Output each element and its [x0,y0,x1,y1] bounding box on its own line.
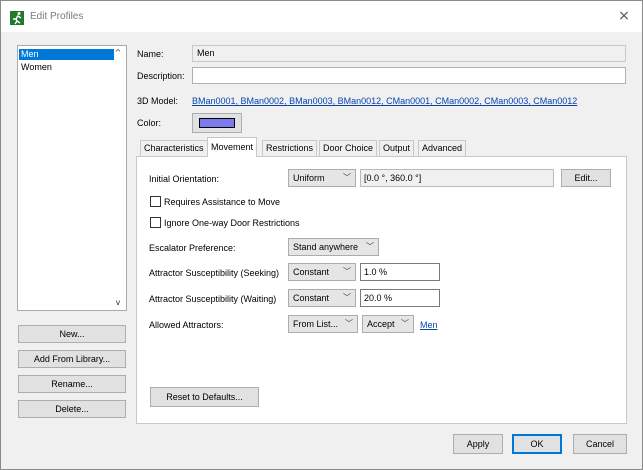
tab-advanced[interactable]: Advanced [418,140,467,156]
escalator-preference-select[interactable]: Stand anywhere ﹀ [288,238,379,256]
reset-to-defaults-button[interactable]: Reset to Defaults... [150,387,259,407]
attractor-seeking-label: Attractor Susceptibility (Seeking) [149,268,280,278]
tab-movement[interactable]: Movement [207,137,258,157]
tab-characteristics[interactable]: Characteristics [140,140,208,156]
title-bar: Edit Profiles × [1,1,642,32]
profiles-list[interactable]: Men Women ^ v [17,45,127,311]
name-label: Name: [137,49,164,59]
attractor-seeking-mode-select[interactable]: Constant ﹀ [288,263,356,281]
allowed-attractors-label: Allowed Attractors: [149,320,224,330]
scroll-up-icon[interactable]: ^ [113,48,123,58]
new-profile-button[interactable]: New... [18,325,126,343]
escalator-label: Escalator Preference: [149,243,236,253]
tab-output[interactable]: Output [379,140,415,156]
initial-orientation-label: Initial Orientation: [149,174,220,184]
attractor-seeking-mode-value: Constant [293,267,330,277]
cancel-button[interactable]: Cancel [573,434,627,454]
chevron-down-icon: ﹀ [343,267,351,276]
chevron-down-icon: ﹀ [401,319,409,328]
requires-assistance-checkbox[interactable] [150,196,161,207]
color-label: Color: [137,118,162,128]
edit-orientation-button[interactable]: Edit... [561,169,611,187]
color-picker-button[interactable] [192,113,242,133]
model-label: 3D Model: [137,96,179,106]
initial-orientation-mode-select[interactable]: Uniform ﹀ [288,169,356,187]
list-item-men[interactable]: Men [19,49,114,60]
attractor-waiting-label: Attractor Susceptibility (Waiting) [149,294,277,304]
chevron-down-icon: ﹀ [366,242,374,251]
ignore-oneway-label: Ignore One-way Door Restrictions [164,218,300,228]
allowed-attractors-link[interactable]: Men [420,320,438,330]
chevron-down-icon: ﹀ [343,173,351,182]
allowed-attractors-mode-value: From List... [293,319,339,329]
scroll-down-icon[interactable]: v [113,298,123,308]
rename-profile-button[interactable]: Rename... [18,375,126,393]
window-title: Edit Profiles [30,11,84,22]
add-from-library-button[interactable]: Add From Library... [18,350,126,368]
description-label: Description: [137,71,185,81]
attractor-waiting-input[interactable]: 20.0 % [360,289,440,307]
close-icon[interactable]: × [616,8,632,24]
apply-button[interactable]: Apply [453,434,503,454]
edit-profiles-window: Edit Profiles × Men Women ^ v New... Add… [0,0,643,470]
tab-restrictions[interactable]: Restrictions [262,140,318,156]
chevron-down-icon: ﹀ [345,319,353,328]
delete-profile-button[interactable]: Delete... [18,400,126,418]
allowed-attractors-mode-select[interactable]: From List... ﹀ [288,315,358,333]
initial-orientation-mode-value: Uniform [293,173,325,183]
color-swatch [199,118,235,128]
initial-orientation-value: [0.0 °, 360.0 °] [360,169,554,187]
running-man-icon [10,11,24,25]
escalator-preference-value: Stand anywhere [293,242,359,252]
ok-button[interactable]: OK [512,434,562,454]
attractor-waiting-mode-select[interactable]: Constant ﹀ [288,289,356,307]
ignore-oneway-checkbox[interactable] [150,217,161,228]
chevron-down-icon: ﹀ [343,293,351,302]
description-field[interactable] [192,67,626,84]
model-link[interactable]: BMan0001, BMan0002, BMan0003, BMan0012, … [192,96,577,106]
attractor-seeking-input[interactable]: 1.0 % [360,263,440,281]
allowed-attractors-action-value: Accept [367,319,395,329]
list-item-women[interactable]: Women [19,62,114,73]
attractor-waiting-mode-value: Constant [293,293,330,303]
tab-door-choice[interactable]: Door Choice [319,140,378,156]
requires-assistance-label: Requires Assistance to Move [164,197,281,207]
name-field: Men [192,45,626,62]
allowed-attractors-action-select[interactable]: Accept ﹀ [362,315,414,333]
